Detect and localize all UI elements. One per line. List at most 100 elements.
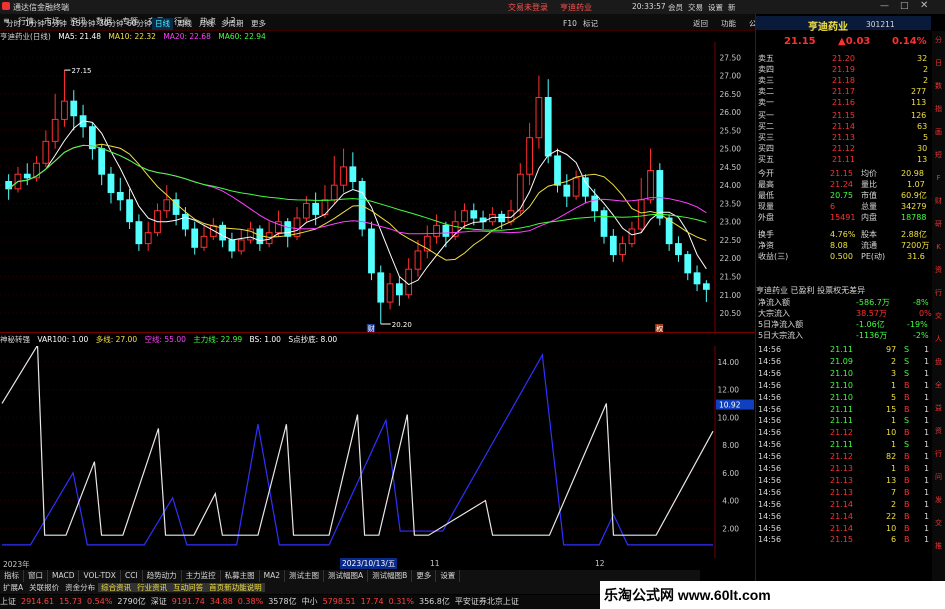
settings-button[interactable]: 设置 (708, 2, 723, 13)
side-tool-icon[interactable]: 分 (933, 35, 944, 46)
info-tab-3[interactable]: 综合资讯 (98, 583, 135, 592)
bottom-tab-9[interactable]: 测试主图 (285, 570, 325, 582)
side-tool-icon[interactable]: F (933, 173, 944, 184)
period-tab-active[interactable]: 日线 (152, 18, 173, 30)
period-tab-3[interactable]: 15分钟 (68, 18, 99, 30)
stat-row[interactable]: 收益(三) 0.500 PE(动) 31.6 (756, 252, 931, 262)
side-tool-icon[interactable]: 资 (933, 426, 944, 437)
tick-row[interactable]: 14:56 21.11 1 S 1 (756, 440, 931, 450)
trade-login-link[interactable]: 交易未登录 (508, 2, 548, 13)
side-tool-icon[interactable]: 短 (933, 150, 944, 161)
stat-row[interactable]: 净资 8.08 流通 7200万 (756, 241, 931, 251)
tick-row[interactable]: 14:56 21.14 22 B 1 (756, 512, 931, 522)
side-tool-icon[interactable]: 指 (933, 104, 944, 115)
tick-row[interactable]: 14:56 21.11 97 S 1 (756, 345, 931, 355)
bottom-tab-11[interactable]: 测试幅图B (368, 570, 413, 582)
side-tool-icon[interactable]: 全 (933, 380, 944, 391)
info-tab-4[interactable]: 行业资讯 (134, 583, 171, 592)
tick-row[interactable]: 14:56 21.14 10 B 1 (756, 524, 931, 534)
period-tab-7[interactable]: 周线 (174, 18, 195, 30)
info-tab-1[interactable]: 关联报价 (26, 583, 62, 592)
tool-function[interactable]: 功能 (718, 18, 739, 30)
bottom-tab-5[interactable]: 趋势动力 (143, 570, 182, 582)
stat-row[interactable]: 最高 21.24 量比 1.07 (756, 180, 931, 190)
ask-row[interactable]: 卖四 21.19 2 (756, 65, 931, 75)
tick-row[interactable]: 14:56 21.10 1 B 1 (756, 381, 931, 391)
tick-row[interactable]: 14:56 21.10 5 B 1 (756, 393, 931, 403)
tick-row[interactable]: 14:56 21.11 15 B 1 (756, 405, 931, 415)
flow-row[interactable]: 大宗流入 38.57万 0% (756, 309, 932, 319)
side-tool-icon[interactable]: 问 (933, 472, 944, 483)
tick-row[interactable]: 14:56 21.14 2 B 1 (756, 500, 931, 510)
side-tool-icon[interactable]: 画 (933, 127, 944, 138)
side-tool-icon[interactable]: 研 (933, 219, 944, 230)
stat-row[interactable]: 外盘 15491 内盘 18788 (756, 213, 931, 223)
ask-row[interactable]: 卖五 21.20 32 (756, 54, 931, 64)
bottom-tab-13[interactable]: 设置 (436, 570, 461, 582)
side-tool-icon[interactable]: 益 (933, 403, 944, 414)
ask-row[interactable]: 卖三 21.18 2 (756, 76, 931, 86)
bottom-tab-1[interactable]: 窗口 (24, 570, 48, 582)
flow-row[interactable]: 5日净流入额 -1.06亿 -19% (756, 320, 931, 330)
ask-row[interactable]: 卖一 21.16 113 (756, 98, 931, 108)
bottom-tab-3[interactable]: VOL-TDX (79, 570, 121, 582)
info-tab-0[interactable]: 扩展A (0, 583, 26, 592)
stat-row[interactable]: 换手 4.76% 股本 2.88亿 (756, 230, 931, 240)
side-tool-icon[interactable]: 人 (933, 334, 944, 345)
candlestick-chart[interactable]: 27.50 27.00 26.50 26.00 25.50 25.00 24.50 24.00… (0, 42, 755, 333)
indicator-svg[interactable]: 14.00 12.00 10.00 8.00 6.00 4.00 2.00 10.92 (0, 343, 755, 558)
tick-row[interactable]: 14:56 21.10 3 S 1 (756, 369, 931, 379)
trade-button[interactable]: 交易 (688, 2, 703, 13)
maximize-icon[interactable]: □ (900, 1, 909, 11)
bottom-tab-0[interactable]: 指标 (0, 570, 24, 582)
period-tab-8[interactable]: 月线 (196, 18, 217, 30)
bid-row[interactable]: 买三 21.13 5 (756, 133, 931, 143)
stat-row[interactable]: 现量 6 总量 34279 (756, 202, 931, 212)
period-tab-4[interactable]: 30分钟 (96, 18, 127, 30)
tick-row[interactable]: 14:56 21.13 7 B 1 (756, 488, 931, 498)
bottom-tab-12[interactable]: 更多 (412, 570, 437, 582)
tick-row[interactable]: 14:56 21.12 82 B 1 (756, 452, 931, 462)
ask-row[interactable]: 卖二 21.17 277 (756, 87, 931, 97)
side-tool-icon[interactable]: 资 (933, 265, 944, 276)
bid-row[interactable]: 买一 21.15 126 (756, 111, 931, 121)
stat-row[interactable]: 今开 21.15 均价 20.98 (756, 169, 931, 179)
candlestick-svg[interactable]: 27.50 27.00 26.50 26.00 25.50 25.00 24.50 24.00… (0, 42, 755, 333)
bottom-tab-8[interactable]: MA2 (260, 570, 286, 582)
side-tool-icon[interactable]: 交 (933, 518, 944, 529)
new-button[interactable]: 新 (728, 2, 736, 13)
side-tool-icon[interactable]: 推 (933, 541, 944, 552)
stat-row[interactable]: 最低 20.75 市值 60.9亿 (756, 191, 931, 201)
period-tab-10[interactable]: 更多 (248, 18, 269, 30)
stock-link[interactable]: 亨迪药业 (560, 2, 592, 13)
bid-row[interactable]: 买二 21.14 63 (756, 122, 931, 132)
period-tab-0[interactable]: 分时 (3, 18, 24, 30)
side-tool-icon[interactable]: 财 (933, 196, 944, 207)
side-tool-icon[interactable]: 发 (933, 495, 944, 506)
tool-mark[interactable]: 标记 (580, 18, 601, 30)
info-tab-5[interactable]: 互动问答 (170, 583, 207, 592)
indicator-chart[interactable]: 14.00 12.00 10.00 8.00 6.00 4.00 2.00 10.92 (0, 343, 755, 558)
period-tab-9[interactable]: 多周期 (218, 18, 247, 30)
bid-row[interactable]: 买四 21.12 30 (756, 144, 931, 154)
side-tool-icon[interactable]: 日 (933, 58, 944, 69)
tick-row[interactable]: 14:56 21.13 1 B 1 (756, 464, 931, 474)
minimize-icon[interactable]: — (880, 1, 889, 11)
side-tool-icon[interactable]: 交 (933, 311, 944, 322)
bottom-tab-6[interactable]: 主力监控 (182, 570, 221, 582)
bottom-tab-4[interactable]: CCI (121, 570, 143, 582)
flow-row[interactable]: 5日大宗流入 -1136万 -2% (756, 331, 931, 341)
info-tab-2[interactable]: 资金分布 (62, 583, 98, 592)
tick-row[interactable]: 14:56 21.11 1 S 1 (756, 416, 931, 426)
tool-back[interactable]: 返回 (690, 18, 711, 30)
tick-row[interactable]: 14:56 21.15 6 B 1 (756, 535, 931, 545)
side-tool-icon[interactable]: 行 (933, 449, 944, 460)
bid-row[interactable]: 买五 21.11 13 (756, 155, 931, 165)
tool-f10[interactable]: F10 (560, 18, 580, 30)
info-tab-6[interactable]: 首页新功能说明 (206, 583, 265, 592)
period-tab-5[interactable]: 60分钟 (124, 18, 155, 30)
bottom-tab-7[interactable]: 私募主图 (221, 570, 260, 582)
side-tool-icon[interactable]: K (933, 242, 944, 253)
side-tool-icon[interactable]: 行 (933, 288, 944, 299)
close-icon[interactable]: ✕ (920, 0, 928, 11)
